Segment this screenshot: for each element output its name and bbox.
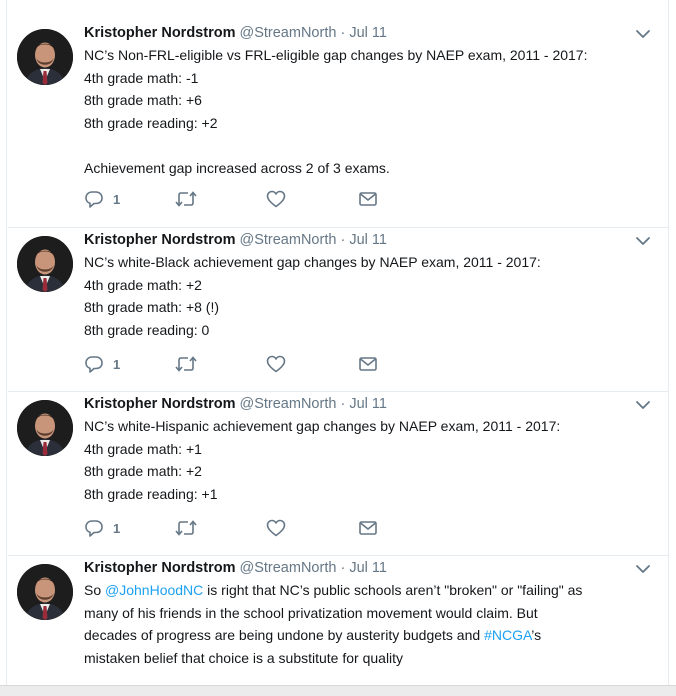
tweet-text-line: 8th grade reading: +1 bbox=[84, 485, 218, 502]
envelope-icon bbox=[358, 355, 378, 373]
author-handle[interactable]: @StreamNorth bbox=[240, 396, 337, 412]
text-segment: is right that NC’s public schools aren’t… bbox=[203, 582, 583, 598]
author-name[interactable]: Kristopher Nordstrom bbox=[84, 396, 235, 412]
tweet[interactable]: Kristopher Nordstrom @StreamNorth · Jul … bbox=[8, 556, 668, 685]
author-handle[interactable]: @StreamNorth bbox=[240, 25, 337, 41]
tweet-text-line: mistaken belief that choice is a substit… bbox=[84, 649, 404, 666]
tweet-date[interactable]: Jul 11 bbox=[349, 25, 387, 41]
tweet[interactable]: Kristopher Nordstrom @StreamNorth · Jul … bbox=[8, 228, 668, 392]
text-segment: decades of progress are being undone by … bbox=[84, 627, 485, 643]
author-handle[interactable]: @StreamNorth bbox=[240, 560, 337, 576]
tweet-text-line: Achievement gap increased across 2 of 3 … bbox=[84, 159, 390, 176]
mention-link[interactable]: @JohnHoodNC bbox=[105, 582, 203, 598]
tweet-text-line: 4th grade math: +1 bbox=[84, 440, 202, 457]
tweet-actions: 1 bbox=[84, 189, 404, 209]
tweet-text: NC’s white-Hispanic achievement gap chan… bbox=[84, 415, 654, 505]
avatar[interactable] bbox=[17, 564, 73, 620]
tweet-text: So @JohnHoodNC is right that NC’s public… bbox=[84, 579, 654, 669]
reply-count: 1 bbox=[113, 191, 121, 207]
hashtag-link[interactable]: #NCGA bbox=[484, 627, 531, 643]
author-name[interactable]: Kristopher Nordstrom bbox=[84, 560, 235, 576]
header-separator: · bbox=[340, 25, 346, 41]
tweet-text-line: 4th grade math: -1 bbox=[84, 69, 199, 86]
tweet-text-line: many of his friends in the school privat… bbox=[84, 604, 538, 621]
retweet-icon bbox=[174, 355, 198, 373]
reply-button[interactable]: 1 bbox=[84, 189, 120, 209]
tweet-text-line bbox=[84, 134, 654, 157]
chevron-down-icon[interactable] bbox=[634, 27, 652, 41]
tweet-text-line: NC’s Non-FRL-eligible vs FRL-eligible ga… bbox=[84, 47, 588, 63]
author-handle[interactable]: @StreamNorth bbox=[240, 232, 337, 248]
reply-icon bbox=[84, 190, 104, 208]
tweet-date[interactable]: Jul 11 bbox=[349, 560, 387, 576]
tweet-text-line: 4th grade math: +2 bbox=[84, 276, 202, 293]
tweet-text-line: 8th grade math: +8 (!) bbox=[84, 299, 220, 315]
tweet-header: Kristopher Nordstrom @StreamNorth · Jul … bbox=[84, 229, 387, 251]
reply-button[interactable]: 1 bbox=[84, 354, 120, 374]
direct-message-button[interactable] bbox=[358, 354, 378, 374]
timeline: Kristopher Nordstrom @StreamNorth · Jul … bbox=[0, 0, 669, 685]
heart-icon bbox=[266, 355, 286, 373]
like-button[interactable] bbox=[266, 518, 286, 538]
tweet-text-line: 8th grade reading: 0 bbox=[84, 321, 210, 338]
reply-count: 1 bbox=[113, 520, 121, 536]
reply-count: 1 bbox=[113, 356, 121, 372]
tweet-date[interactable]: Jul 11 bbox=[349, 232, 387, 248]
reply-icon bbox=[84, 355, 104, 373]
envelope-icon bbox=[358, 519, 378, 537]
text-segment: So bbox=[84, 582, 106, 598]
retweet-button[interactable] bbox=[174, 189, 198, 209]
tweet-actions: 1 bbox=[84, 518, 404, 538]
tweet-text-line: 8th grade math: +2 bbox=[84, 463, 202, 479]
retweet-icon bbox=[174, 519, 198, 537]
tweet-text-line: NC’s white-Black achievement gap changes… bbox=[84, 254, 541, 270]
heart-icon bbox=[266, 190, 286, 208]
chevron-down-icon[interactable] bbox=[634, 398, 652, 412]
reply-icon bbox=[84, 519, 104, 537]
tweet-text-line: So @JohnHoodNC is right that NC’s public… bbox=[84, 579, 654, 602]
tweet[interactable]: Kristopher Nordstrom @StreamNorth · Jul … bbox=[8, 392, 668, 556]
tweet-header: Kristopher Nordstrom @StreamNorth · Jul … bbox=[84, 557, 387, 579]
tweet[interactable]: Kristopher Nordstrom @StreamNorth · Jul … bbox=[8, 21, 668, 228]
envelope-icon bbox=[358, 190, 378, 208]
horizontal-scrollbar[interactable] bbox=[0, 685, 676, 696]
tweet-text-line: NC’s white-Hispanic achievement gap chan… bbox=[84, 418, 561, 434]
retweet-button[interactable] bbox=[174, 518, 198, 538]
tweet-header: Kristopher Nordstrom @StreamNorth · Jul … bbox=[84, 393, 387, 415]
tweet-text: NC’s white-Black achievement gap changes… bbox=[84, 251, 654, 341]
tweet-text: NC’s Non-FRL-eligible vs FRL-eligible ga… bbox=[84, 44, 654, 179]
tweet-header: Kristopher Nordstrom @StreamNorth · Jul … bbox=[84, 22, 387, 44]
tweet-actions: 1 bbox=[84, 354, 404, 374]
chevron-down-icon[interactable] bbox=[634, 562, 652, 576]
avatar[interactable] bbox=[17, 236, 73, 292]
avatar[interactable] bbox=[17, 400, 73, 456]
tweet-date[interactable]: Jul 11 bbox=[349, 396, 387, 412]
text-segment: ’s bbox=[531, 627, 542, 643]
retweet-button[interactable] bbox=[174, 354, 198, 374]
header-separator: · bbox=[340, 560, 346, 576]
heart-icon bbox=[266, 519, 286, 537]
avatar[interactable] bbox=[17, 29, 73, 85]
author-name[interactable]: Kristopher Nordstrom bbox=[84, 232, 235, 248]
reply-button[interactable]: 1 bbox=[84, 518, 120, 538]
chevron-down-icon[interactable] bbox=[634, 234, 652, 248]
author-name[interactable]: Kristopher Nordstrom bbox=[84, 25, 235, 41]
direct-message-button[interactable] bbox=[358, 189, 378, 209]
timeline-left-border bbox=[6, 0, 7, 685]
like-button[interactable] bbox=[266, 189, 286, 209]
direct-message-button[interactable] bbox=[358, 518, 378, 538]
tweet-text-line: 8th grade math: +6 bbox=[84, 92, 202, 108]
retweet-icon bbox=[174, 190, 198, 208]
tweet-text-line: 8th grade reading: +2 bbox=[84, 114, 218, 131]
header-separator: · bbox=[340, 396, 346, 412]
tweet-text-line: decades of progress are being undone by … bbox=[84, 624, 654, 647]
header-separator: · bbox=[340, 232, 346, 248]
like-button[interactable] bbox=[266, 354, 286, 374]
